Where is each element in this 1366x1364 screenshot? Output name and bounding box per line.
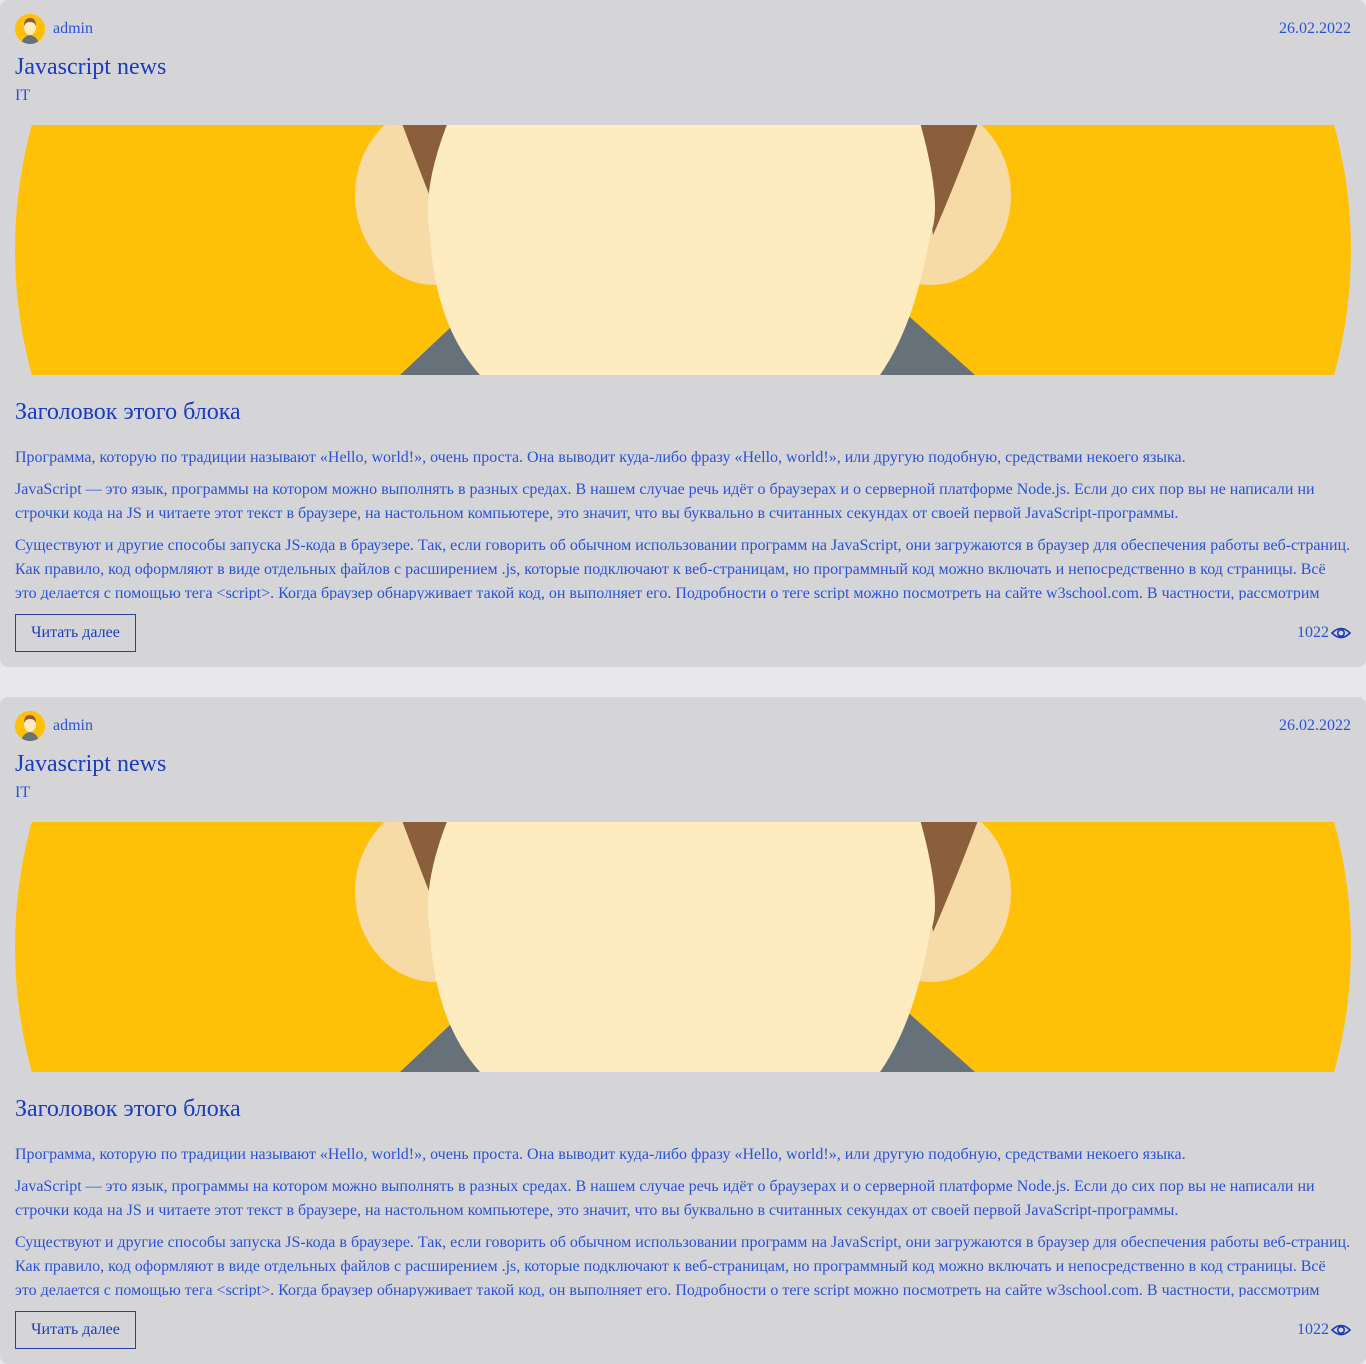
- author-name[interactable]: admin: [53, 20, 93, 38]
- view-count-value: 1022: [1297, 1321, 1329, 1338]
- post-image: [15, 125, 1351, 375]
- post-date: 26.02.2022: [1279, 20, 1351, 37]
- post-title[interactable]: Javascript news: [15, 54, 166, 81]
- excerpt-paragraph: Программа, которую по традиции называют …: [15, 449, 1186, 466]
- eye-icon: [1330, 623, 1352, 643]
- excerpt-paragraph: JavaScript — это язык, программы на кото…: [15, 481, 1315, 522]
- eye-icon: [1330, 1320, 1352, 1340]
- author-avatar-icon[interactable]: [15, 711, 45, 741]
- post-excerpt: Программа, которую по традиции называют …: [15, 1143, 1351, 1297]
- excerpt-paragraph: Существуют и другие способы запуска JS-к…: [15, 1234, 1351, 1297]
- post-card: admin 26.02.2022 Javascript news IT Заго…: [0, 697, 1366, 1364]
- post-date: 26.02.2022: [1279, 717, 1351, 734]
- author-avatar-icon[interactable]: [15, 14, 45, 44]
- post-header: admin 26.02.2022: [15, 14, 1351, 46]
- view-count: 1022: [1297, 622, 1352, 644]
- post-category[interactable]: IT: [15, 87, 30, 105]
- post-header: admin 26.02.2022: [15, 711, 1351, 743]
- view-count-value: 1022: [1297, 624, 1329, 641]
- view-count: 1022: [1297, 1319, 1352, 1341]
- excerpt-paragraph: JavaScript — это язык, программы на кото…: [15, 1178, 1315, 1219]
- post-heading: Заголовок этого блока: [15, 399, 241, 425]
- post-category[interactable]: IT: [15, 784, 30, 802]
- author-name[interactable]: admin: [53, 717, 93, 735]
- post-card: admin 26.02.2022 Javascript news IT Заго…: [0, 0, 1366, 667]
- read-more-button[interactable]: Читать далее: [15, 614, 136, 652]
- excerpt-paragraph: Программа, которую по традиции называют …: [15, 1146, 1186, 1163]
- read-more-button[interactable]: Читать далее: [15, 1311, 136, 1349]
- post-image: [15, 822, 1351, 1072]
- post-title[interactable]: Javascript news: [15, 751, 166, 778]
- post-excerpt: Программа, которую по традиции называют …: [15, 446, 1351, 600]
- post-heading: Заголовок этого блока: [15, 1096, 241, 1122]
- excerpt-paragraph: Существуют и другие способы запуска JS-к…: [15, 537, 1351, 600]
